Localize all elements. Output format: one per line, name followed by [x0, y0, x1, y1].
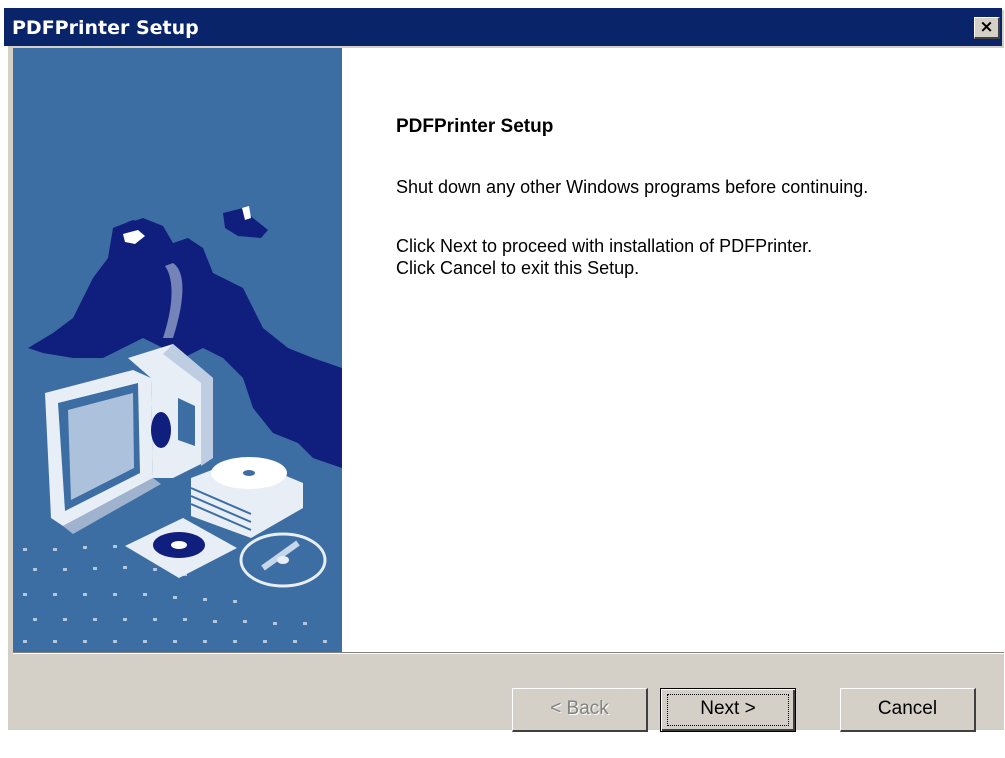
close-button[interactable]: × [974, 17, 1000, 39]
cancel-instruction: Click Cancel to exit this Setup. [396, 258, 640, 278]
shutdown-instruction: Shut down any other Windows programs bef… [396, 177, 869, 197]
side-illustration [13, 48, 342, 652]
next-instruction: Click Next to proceed with installation … [396, 236, 813, 256]
title-bar[interactable]: PDFPrinter Setup × [4, 8, 1002, 46]
back-button-label: < Back [550, 698, 609, 719]
back-button[interactable]: < Back [512, 688, 648, 732]
content-panel: PDFPrinter Setup Shut down any other Win… [342, 48, 1004, 652]
next-button-label: Next > [700, 698, 756, 719]
cancel-button-label: Cancel [877, 698, 938, 719]
next-button[interactable]: Next > [660, 688, 796, 732]
window-title: PDFPrinter Setup [12, 17, 199, 39]
close-icon: × [979, 17, 994, 37]
separator-line [13, 652, 1004, 654]
cancel-button[interactable]: Cancel [840, 688, 976, 732]
computer-with-discs-illustration [13, 48, 342, 652]
content-heading: PDFPrinter Setup [396, 116, 554, 137]
